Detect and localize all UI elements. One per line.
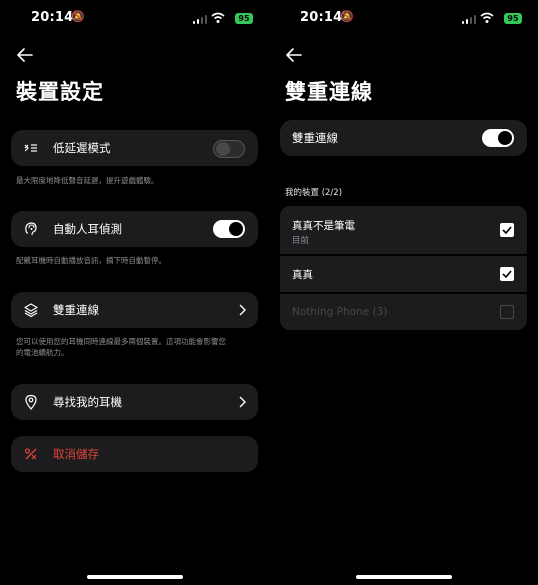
dual-connection-toggle-row[interactable]: 雙重連線: [280, 120, 527, 156]
status-time: 20:14: [31, 10, 74, 25]
location-pin-icon: [25, 394, 37, 410]
dual-connection-toggle[interactable]: [482, 129, 514, 147]
device-checkbox[interactable]: [500, 223, 514, 237]
device-name: 真真不是筆電: [292, 220, 355, 232]
cellular-signal-icon: [462, 14, 476, 24]
status-bar: 20:14 🔕 95: [269, 10, 538, 28]
bell-muted-icon: 🔕: [71, 10, 85, 23]
low-latency-label: 低延遲模式: [53, 141, 111, 155]
device-name: Nothing Phone (3): [292, 306, 388, 318]
device-checkbox[interactable]: [500, 267, 514, 281]
device-status: 目前: [292, 236, 310, 246]
page-title: 裝置設定: [16, 80, 104, 104]
device-row[interactable]: Nothing Phone (3): [280, 294, 527, 330]
wifi-icon: [211, 12, 225, 23]
device-name: 真真: [292, 269, 313, 281]
find-earbuds-row[interactable]: 尋找我的耳機: [11, 384, 258, 420]
chevron-right-icon: [239, 396, 246, 408]
bell-muted-icon: 🔕: [340, 10, 354, 23]
low-latency-toggle[interactable]: [213, 140, 245, 158]
my-devices-heading: 我的裝置 (2/2): [285, 188, 343, 198]
ear-icon: [25, 222, 37, 236]
device-row[interactable]: 真真: [280, 256, 527, 292]
unpair-label: 取消儲存: [53, 447, 99, 461]
status-bar: 20:14 🔕 95: [0, 10, 269, 28]
wifi-icon: [480, 12, 494, 23]
back-arrow-icon[interactable]: [16, 46, 34, 64]
device-row[interactable]: 真真不是筆電 目前: [280, 206, 527, 254]
home-indicator: [356, 575, 452, 579]
ear-detection-desc: 配戴耳機時自動播放音訊，摘下時自動暫停。: [16, 256, 166, 265]
dual-connection-screen: 20:14 🔕 95 雙重連線 雙重連線 我的裝置 (2/2) 真真不是筆電 目…: [269, 0, 538, 585]
dual-connection-toggle-label: 雙重連線: [292, 131, 338, 145]
find-earbuds-label: 尋找我的耳機: [53, 395, 122, 409]
unlink-icon: [24, 448, 37, 460]
battery-indicator: 95: [504, 13, 522, 24]
ear-detection-row[interactable]: 自動人耳偵測: [11, 211, 258, 247]
home-indicator: [87, 575, 183, 579]
chevron-right-icon: [239, 304, 246, 316]
layers-icon: [24, 303, 38, 318]
dual-connection-label: 雙重連線: [53, 303, 99, 317]
device-checkbox[interactable]: [500, 305, 514, 319]
cellular-signal-icon: [193, 14, 207, 24]
low-latency-desc: 最大限度地降低聲音延遲，提升遊戲體驗。: [16, 176, 159, 185]
page-title: 雙重連線: [285, 80, 373, 104]
battery-indicator: 95: [235, 13, 253, 24]
low-latency-icon: [24, 144, 37, 152]
unpair-row[interactable]: 取消儲存: [11, 436, 258, 472]
dual-connection-row[interactable]: 雙重連線: [11, 292, 258, 328]
back-arrow-icon[interactable]: [285, 46, 303, 64]
status-time: 20:14: [300, 10, 343, 25]
low-latency-row[interactable]: 低延遲模式: [11, 130, 258, 166]
dual-connection-desc: 您可以使用您的耳機同時連線最多兩個裝置。這項功能會影響您 的電池續航力。: [16, 337, 226, 357]
ear-detection-label: 自動人耳偵測: [53, 222, 122, 236]
device-settings-screen: 20:14 🔕 95 裝置設定 低延遲模式 最大限度地降低聲音延遲，提升遊戲體驗…: [0, 0, 269, 585]
ear-detection-toggle[interactable]: [213, 220, 245, 238]
